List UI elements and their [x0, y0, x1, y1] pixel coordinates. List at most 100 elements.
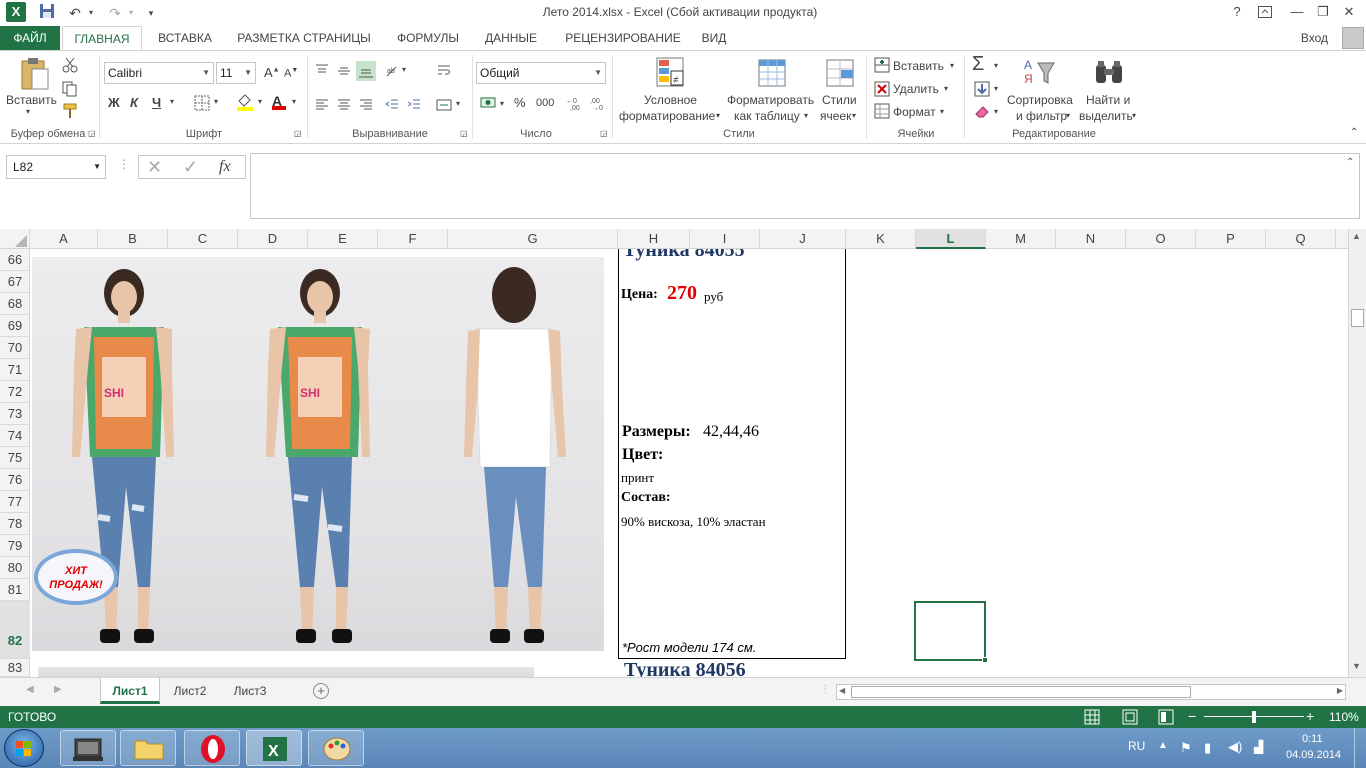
- sheet-tab-2[interactable]: Лист2: [162, 678, 218, 704]
- row-header-74[interactable]: 74: [0, 425, 30, 447]
- explorer-folder-icon[interactable]: [120, 730, 176, 766]
- paint-icon[interactable]: [308, 730, 364, 766]
- formula-input[interactable]: [250, 153, 1360, 219]
- find-select-label-1[interactable]: Найти и: [1086, 93, 1130, 107]
- format-dropdown-icon[interactable]: ▾: [940, 107, 944, 116]
- clear-icon[interactable]: [974, 103, 990, 119]
- copy-icon[interactable]: [62, 81, 78, 97]
- row-header-79[interactable]: 79: [0, 535, 30, 557]
- alignment-dialog-launcher-icon[interactable]: ◲: [460, 129, 468, 138]
- sort-filter-label-2[interactable]: и фильтр: [1016, 109, 1067, 123]
- italic-button[interactable]: К: [130, 95, 138, 110]
- clock-time[interactable]: 0:11: [1302, 733, 1323, 745]
- fill-handle[interactable]: [982, 657, 988, 663]
- cell-styles-label-2[interactable]: ячеек: [820, 109, 851, 123]
- collapse-ribbon-icon[interactable]: ⌃: [1350, 127, 1358, 138]
- paste-icon[interactable]: [18, 57, 50, 90]
- format-as-table-label-2[interactable]: как таблицу: [734, 109, 800, 123]
- row-header-68[interactable]: 68: [0, 293, 30, 315]
- increase-decimal-icon[interactable]: ←0,00: [566, 95, 582, 112]
- format-cells-button[interactable]: Формат: [893, 105, 936, 119]
- thousands-separator-button[interactable]: 000: [536, 97, 554, 109]
- tab-page-layout[interactable]: РАЗМЕТКА СТРАНИЦЫ: [226, 26, 382, 50]
- conditional-formatting-icon[interactable]: ≠: [656, 57, 688, 89]
- user-avatar[interactable]: [1342, 27, 1364, 49]
- row-header-66[interactable]: 66: [0, 249, 30, 271]
- autosum-icon[interactable]: Σ: [972, 53, 984, 76]
- insert-cells-icon[interactable]: [874, 57, 890, 73]
- cancel-entry-icon[interactable]: ✕: [147, 157, 162, 178]
- sort-filter-label-1[interactable]: Сортировка: [1007, 93, 1073, 107]
- orientation-dropdown-icon[interactable]: ▾: [402, 65, 406, 74]
- wrap-text-icon[interactable]: [436, 63, 452, 79]
- close-button[interactable]: ✕: [1332, 0, 1366, 24]
- decrease-font-icon[interactable]: A▼: [284, 67, 298, 80]
- number-dialog-launcher-icon[interactable]: ◲: [600, 129, 608, 138]
- column-header-b[interactable]: B: [98, 229, 168, 249]
- column-header-g[interactable]: G: [448, 229, 618, 249]
- zoom-slider-thumb[interactable]: [1252, 711, 1256, 723]
- currency-icon[interactable]: [480, 95, 496, 111]
- increase-indent-icon[interactable]: [406, 97, 422, 113]
- row-header-83[interactable]: 83: [0, 659, 30, 677]
- row-header-75[interactable]: 75: [0, 447, 30, 469]
- underline-dropdown-icon[interactable]: ▾: [170, 97, 174, 106]
- column-header-n[interactable]: N: [1056, 229, 1126, 249]
- align-top-icon[interactable]: [314, 63, 330, 79]
- row-header-72[interactable]: 72: [0, 381, 30, 403]
- next-sheet-icon[interactable]: ▶: [54, 684, 62, 695]
- action-center-flag-icon[interactable]: ⚑: [1180, 740, 1192, 756]
- page-break-view-icon[interactable]: [1158, 709, 1174, 728]
- tab-view[interactable]: ВИД: [696, 26, 732, 50]
- normal-view-icon[interactable]: [1084, 709, 1100, 728]
- column-header-a[interactable]: A: [30, 229, 98, 249]
- scroll-down-icon[interactable]: ▼: [1352, 661, 1361, 671]
- decrease-indent-icon[interactable]: [384, 97, 400, 113]
- clock-date[interactable]: 04.09.2014: [1286, 749, 1341, 761]
- fill-icon[interactable]: [974, 81, 990, 97]
- zoom-level[interactable]: 110%: [1329, 710, 1359, 724]
- start-orb-icon[interactable]: [4, 729, 44, 767]
- increase-font-icon[interactable]: A▲: [264, 65, 280, 80]
- product-photo-back[interactable]: [420, 257, 604, 651]
- tab-data[interactable]: ДАННЫЕ: [474, 26, 548, 50]
- undo-icon[interactable]: ↶: [66, 3, 84, 23]
- find-select-dropdown-icon[interactable]: ▾: [1132, 111, 1136, 120]
- autosum-dropdown-icon[interactable]: ▾: [994, 61, 998, 70]
- row-header-76[interactable]: 76: [0, 469, 30, 491]
- sort-filter-dropdown-icon[interactable]: ▾: [1066, 111, 1070, 120]
- column-header-m[interactable]: M: [986, 229, 1056, 249]
- row-header-77[interactable]: 77: [0, 491, 30, 513]
- merge-center-icon[interactable]: [436, 97, 452, 113]
- percent-button[interactable]: %: [514, 95, 526, 110]
- row-header-80[interactable]: 80: [0, 557, 30, 579]
- column-header-i[interactable]: I: [690, 229, 760, 249]
- vertical-scroll-thumb[interactable]: [1351, 309, 1364, 327]
- align-bottom-icon[interactable]: [356, 61, 376, 81]
- font-dialog-launcher-icon[interactable]: ◲: [294, 129, 302, 138]
- virtual-machine-icon[interactable]: [60, 730, 116, 766]
- column-header-j[interactable]: J: [760, 229, 846, 249]
- column-header-k[interactable]: K: [846, 229, 916, 249]
- add-sheet-button[interactable]: +: [313, 683, 329, 699]
- excel-icon[interactable]: X: [246, 730, 302, 766]
- next-product-photo[interactable]: [38, 667, 534, 677]
- undo-dropdown-icon[interactable]: ▾: [86, 3, 96, 23]
- insert-function-button[interactable]: fx: [219, 158, 231, 176]
- select-all-corner[interactable]: [0, 229, 30, 249]
- redo-dropdown-icon[interactable]: ▾: [126, 3, 136, 23]
- align-right-icon[interactable]: [358, 97, 374, 113]
- row-header-67[interactable]: 67: [0, 271, 30, 293]
- network-icon[interactable]: ▟: [1254, 740, 1263, 754]
- horizontal-scrollbar[interactable]: ◀ ▶: [836, 684, 1346, 700]
- column-header-q[interactable]: Q: [1266, 229, 1336, 249]
- align-center-icon[interactable]: [336, 97, 352, 113]
- column-header-o[interactable]: O: [1126, 229, 1196, 249]
- clipboard-dialog-launcher-icon[interactable]: ◲: [88, 129, 96, 138]
- cell-styles-label-1[interactable]: Стили: [822, 93, 857, 107]
- insert-cells-button[interactable]: Вставить: [893, 59, 944, 73]
- orientation-icon[interactable]: ab: [384, 63, 400, 79]
- currency-dropdown-icon[interactable]: ▾: [500, 99, 504, 108]
- conditional-dropdown-icon[interactable]: ▾: [716, 111, 720, 120]
- product-photo-side[interactable]: SHI: [216, 257, 420, 651]
